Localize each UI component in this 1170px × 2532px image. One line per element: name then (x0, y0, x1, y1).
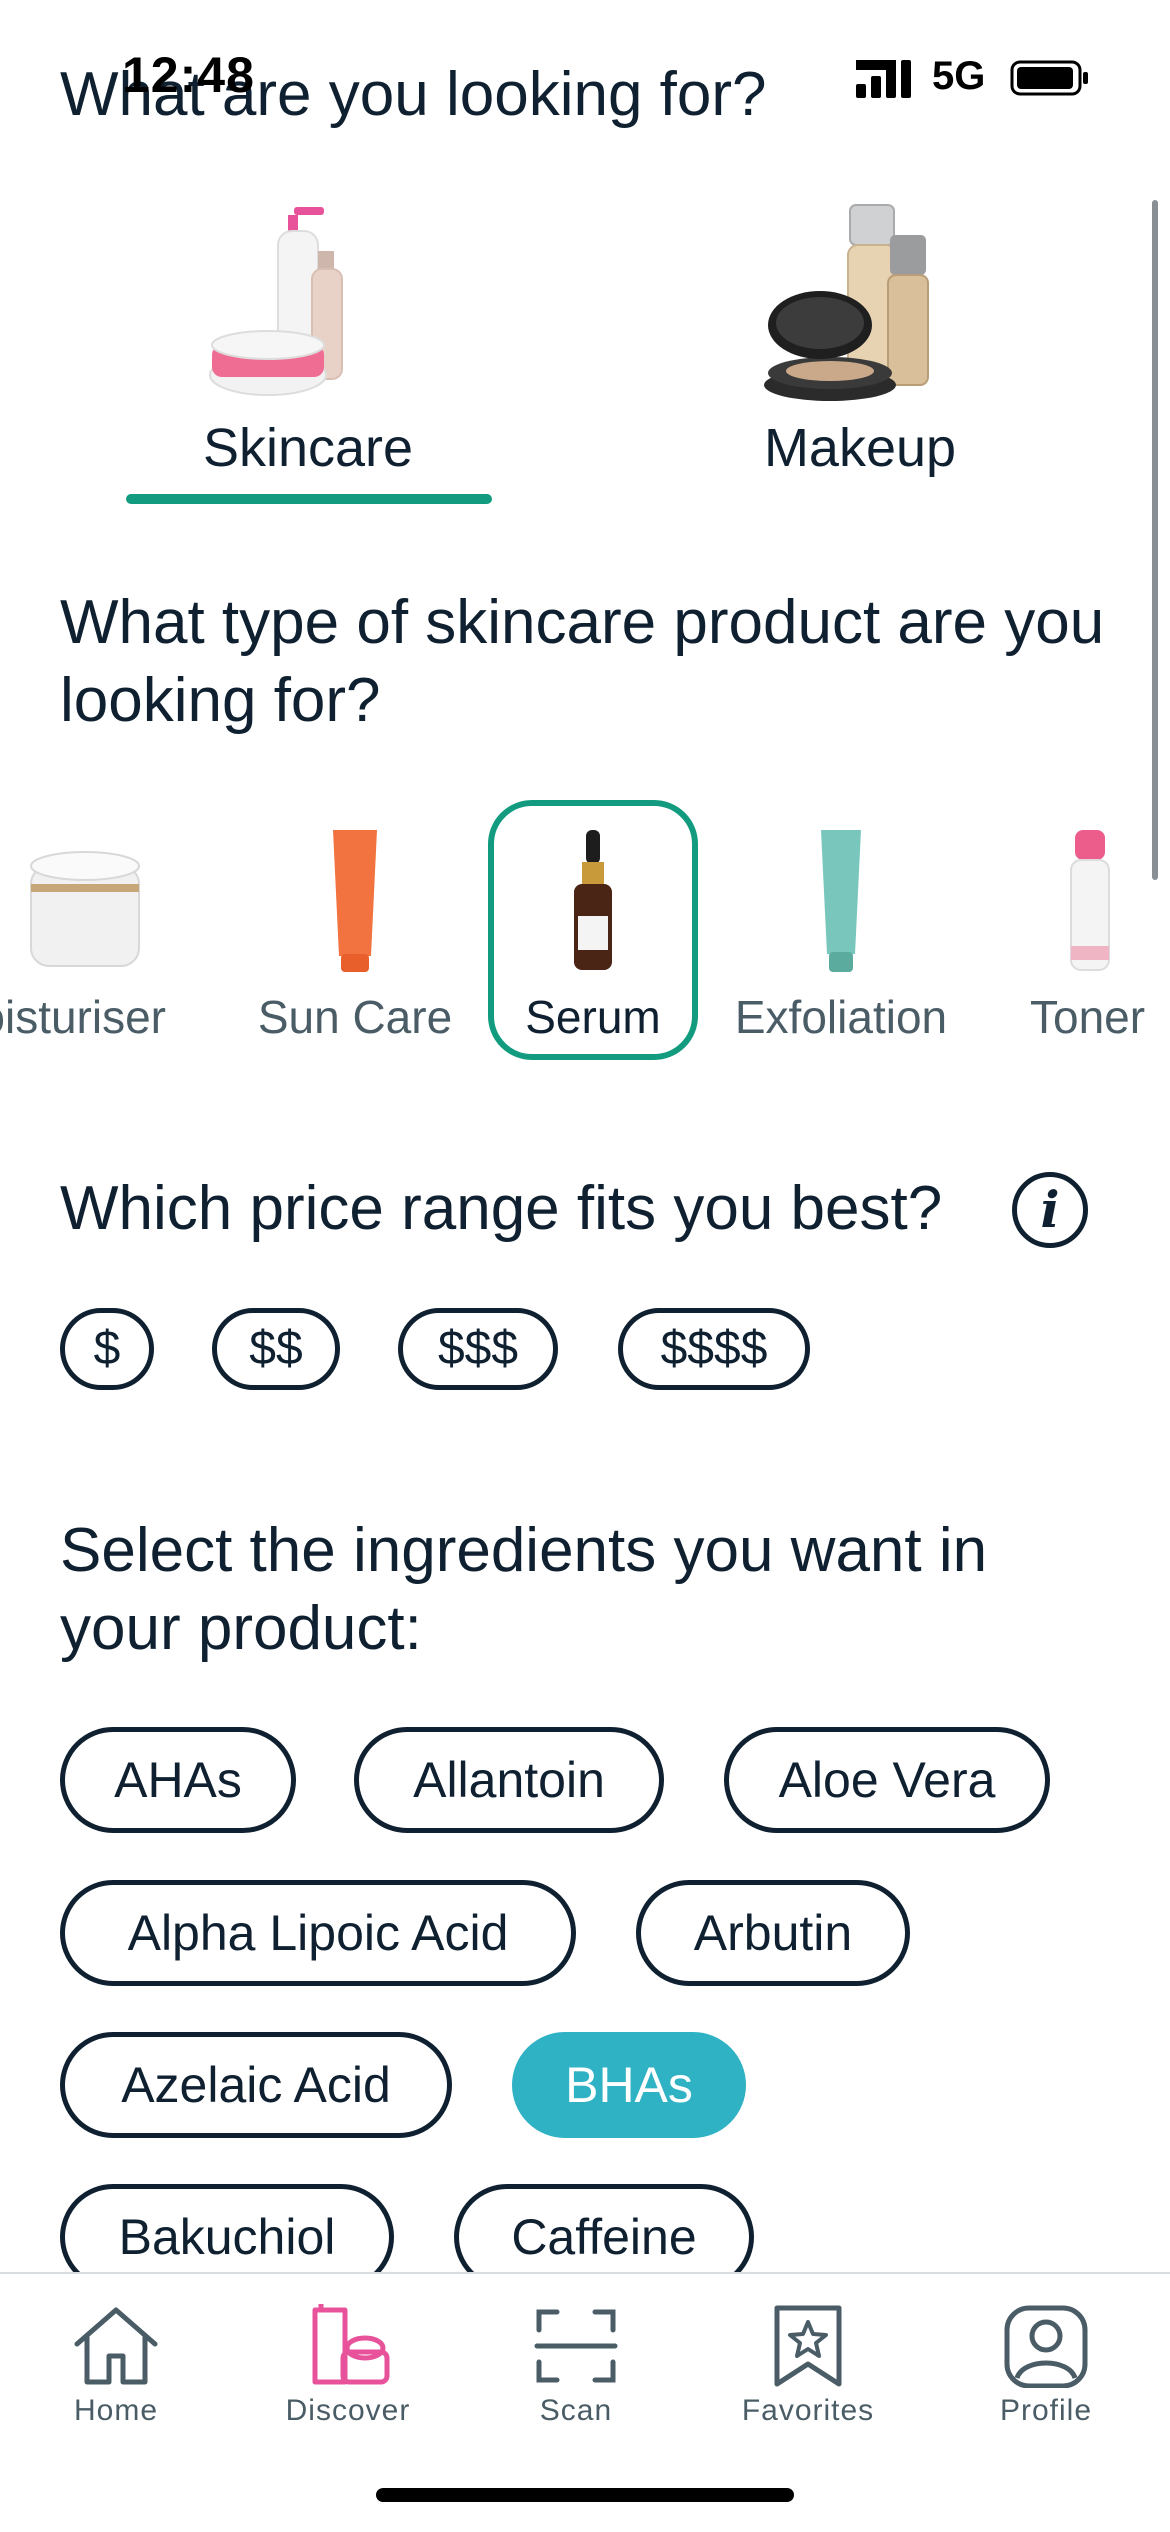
price-chip-4[interactable]: $$$$ (618, 1308, 810, 1390)
skincare-selected-indicator (126, 494, 492, 504)
tab-profile-label: Profile (999, 2394, 1093, 2427)
price-chip-1[interactable]: $ (60, 1308, 154, 1390)
ingredient-chip-alpha-lipoic-acid[interactable]: Alpha Lipoic Acid (60, 1880, 576, 1986)
question-product-type: What type of skincare product are you lo… (60, 588, 1105, 735)
question-ingredients: Select the ingredients you want in your … (60, 1516, 988, 1663)
discover-icon (312, 2304, 390, 2385)
question-price-range: Which price range fits you best? (60, 1174, 943, 1243)
price-chip-3[interactable]: $$$ (398, 1308, 558, 1390)
scrollbar[interactable] (1152, 200, 1158, 880)
tab-skincare[interactable]: Skincare (128, 195, 488, 515)
tab-makeup[interactable]: Makeup (680, 195, 1040, 515)
tab-skincare-label: Skincare (202, 418, 414, 478)
status-time: 12:48 (122, 47, 255, 103)
tab-home-label: Home (73, 2394, 159, 2427)
type-moisturiser[interactable]: oisturiser (0, 800, 200, 1060)
type-sun-care[interactable]: Sun Care (250, 800, 460, 1060)
ingredient-chip-arbutin[interactable]: Arbutin (636, 1880, 910, 1986)
type-toner[interactable]: Toner (1010, 800, 1170, 1060)
makeup-image (760, 195, 960, 405)
tab-discover[interactable]: Discover (248, 2304, 448, 2428)
ingredient-chip-aloe-vera[interactable]: Aloe Vera (724, 1727, 1050, 1833)
skincare-image (208, 195, 408, 405)
type-exfoliation[interactable]: Exfoliation (718, 800, 964, 1060)
info-icon[interactable]: i (1012, 1172, 1088, 1248)
type-serum-label: Serum (525, 991, 661, 1043)
ingredient-chip-bhas[interactable]: BHAs (512, 2032, 746, 2138)
tab-scan[interactable]: Scan (476, 2304, 676, 2428)
ingredient-chip-allantoin[interactable]: Allantoin (354, 1727, 664, 1833)
signal-icon (856, 60, 911, 98)
type-toner-label: Toner (1030, 991, 1146, 1043)
network-type: 5G (932, 54, 986, 98)
ingredient-chip-azelaic-acid[interactable]: Azelaic Acid (60, 2032, 452, 2138)
battery-icon (1010, 60, 1088, 96)
moisturiser-image (25, 826, 145, 976)
ingredient-chip-ahas[interactable]: AHAs (60, 1727, 296, 1833)
home-indicator (376, 2488, 794, 2502)
type-moisturiser-label: oisturiser (0, 991, 166, 1043)
type-serum[interactable]: Serum (488, 800, 698, 1060)
scan-icon (534, 2309, 618, 2383)
tab-scan-label: Scan (539, 2394, 613, 2427)
status-bar: 12:48 5G (0, 0, 1170, 150)
tab-makeup-label: Makeup (763, 418, 957, 478)
toner-image (1065, 826, 1115, 976)
price-chip-2[interactable]: $$ (212, 1308, 340, 1390)
type-exfoliation-label: Exfoliation (734, 991, 948, 1043)
exfoliation-image (811, 826, 871, 976)
type-sun-care-label: Sun Care (257, 991, 453, 1043)
sun-care-image (325, 826, 385, 976)
favorites-icon (774, 2305, 842, 2387)
tab-favorites[interactable]: Favorites (708, 2304, 908, 2428)
tab-favorites-label: Favorites (741, 2394, 875, 2427)
tab-discover-label: Discover (285, 2394, 411, 2427)
serum-image (568, 826, 618, 976)
profile-icon (1004, 2305, 1088, 2388)
product-type-carousel[interactable]: oisturiser Sun Care Serum (0, 800, 1170, 1070)
tab-home[interactable]: Home (16, 2304, 216, 2428)
home-icon (74, 2307, 158, 2385)
tab-profile[interactable]: Profile (946, 2304, 1146, 2428)
